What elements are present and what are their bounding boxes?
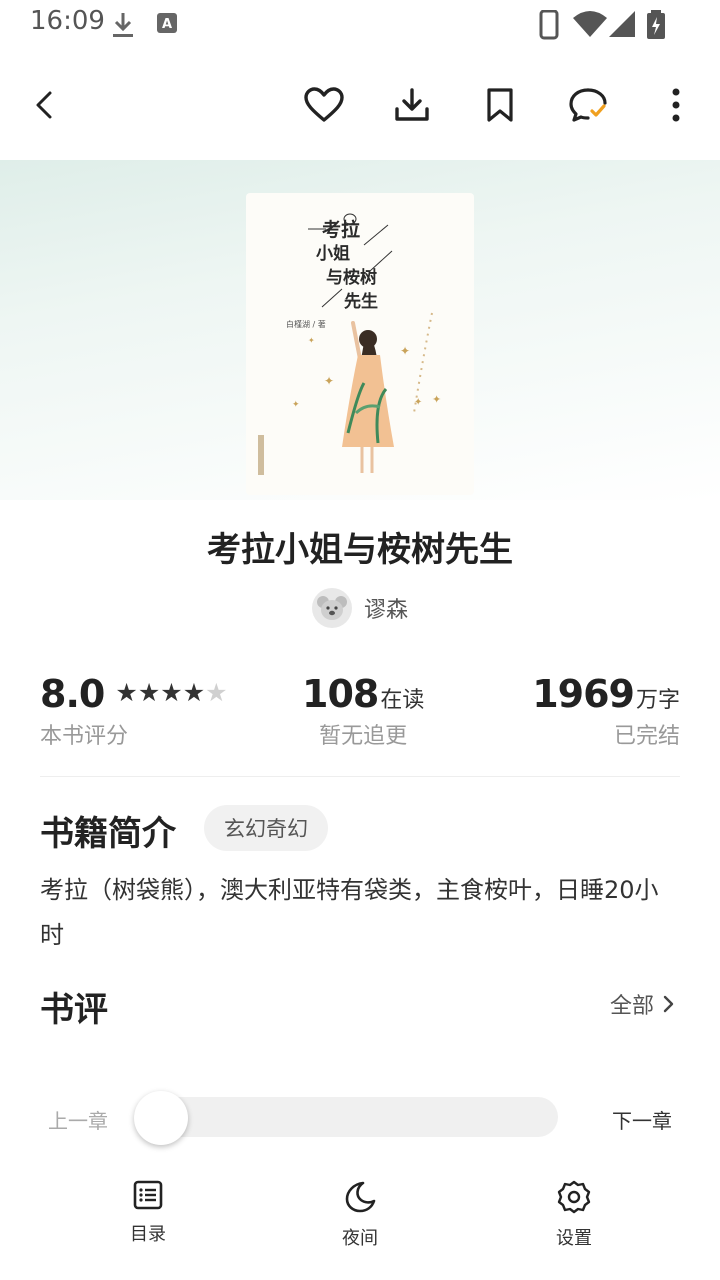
more-icon: [672, 88, 680, 122]
battery-charging-icon: [647, 10, 665, 39]
more-button[interactable]: [648, 80, 704, 130]
bookmark-button[interactable]: [472, 80, 528, 130]
back-button[interactable]: [16, 80, 72, 130]
chevron-right-icon: [663, 995, 674, 1013]
rating-label: 本书评分: [40, 724, 129, 749]
book-stats: 8.0 ★★★★★ 本书评分 108在读 暂无追更 1969万字 已完结: [40, 672, 680, 754]
readers-stat: 108在读 暂无追更: [302, 672, 424, 750]
readers-value: 108: [302, 672, 379, 716]
next-chapter-button[interactable]: 下一章: [612, 1105, 672, 1134]
divider: [40, 776, 680, 777]
toc-label: 目录: [130, 1224, 166, 1245]
intro-text: 考拉（树袋熊），澳大利亚特有袋类，主食桉叶，日睡20小时: [40, 876, 659, 949]
settings-button[interactable]: 设置: [514, 1180, 634, 1250]
gear-icon: [557, 1180, 591, 1214]
svg-text:✦: ✦: [308, 336, 315, 345]
author-name[interactable]: 谬森: [364, 592, 408, 624]
readers-unit: 在读: [380, 688, 425, 713]
star-filled-icon: ★: [160, 678, 183, 707]
settings-label: 设置: [556, 1228, 592, 1249]
top-toolbar: [0, 60, 720, 150]
words-stat: 1969万字 已完结: [532, 672, 680, 750]
moon-icon: [345, 1181, 376, 1213]
reviews-heading: 书评: [40, 990, 108, 1030]
rating-value: 8.0: [40, 672, 105, 716]
book-title: 考拉小姐与桉树先生: [207, 530, 513, 570]
svg-text:✦: ✦: [432, 393, 441, 406]
genre-tag[interactable]: 玄幻奇幻: [204, 805, 328, 851]
signal-icon: [609, 11, 635, 37]
chapter-progress-thumb[interactable]: [134, 1091, 188, 1145]
prev-chapter-button[interactable]: 上一章: [48, 1105, 108, 1134]
all-reviews-link[interactable]: 全部: [610, 988, 676, 1020]
words-unit: 万字: [635, 688, 680, 713]
cover-illustration: ✦ ✦ ✦ ✦ ✦ ✦: [258, 213, 441, 475]
phone-icon: [539, 10, 559, 40]
comment-check-icon: [569, 88, 607, 122]
svg-text:✦: ✦: [400, 344, 410, 358]
author-avatar[interactable]: [311, 588, 352, 628]
star-filled-icon: ★: [182, 678, 206, 707]
svg-text:✦: ✦: [324, 374, 334, 388]
rating-stars: ★★★★★: [115, 678, 227, 707]
night-label: 夜间: [342, 1228, 378, 1249]
star-empty-icon: ★: [205, 678, 228, 707]
rating-stat: 8.0 ★★★★★ 本书评分: [40, 672, 228, 750]
favorite-button[interactable]: [296, 80, 352, 130]
bookmark-icon: [487, 88, 513, 122]
svg-text:✦: ✦: [292, 400, 300, 410]
readers-label: 暂无追更: [319, 724, 408, 749]
author-row[interactable]: 谬森: [0, 588, 720, 628]
words-label: 已完结: [613, 724, 680, 749]
svg-text:A: A: [162, 17, 172, 32]
comment-button[interactable]: [560, 80, 616, 130]
status-time: 16:09: [30, 6, 105, 36]
toc-button[interactable]: 目录: [88, 1180, 208, 1246]
all-reviews-label: 全部: [609, 994, 654, 1019]
night-mode-button[interactable]: 夜间: [300, 1180, 420, 1250]
intro-heading: 书籍简介: [40, 814, 176, 854]
wifi-icon: [573, 11, 607, 37]
heart-icon: [304, 87, 344, 122]
star-filled-icon: ★: [137, 678, 161, 707]
book-cover[interactable]: 考拉 小姐 与桉树 先生 白槿湖 / 著 ✦ ✦ ✦ ✦ ✦ ✦: [246, 193, 474, 495]
download-icon: [113, 13, 133, 37]
download-button[interactable]: [384, 80, 440, 130]
status-bar: 16:09 A: [0, 0, 720, 48]
words-value: 1969: [532, 672, 635, 716]
koala-avatar-icon: [316, 596, 347, 620]
a-notification-icon: A: [157, 13, 177, 33]
download-icon: [395, 88, 429, 121]
list-icon: [133, 1180, 163, 1210]
star-filled-icon: ★: [115, 678, 138, 707]
chapter-progress-track[interactable]: [134, 1097, 558, 1137]
back-icon: [36, 91, 52, 119]
